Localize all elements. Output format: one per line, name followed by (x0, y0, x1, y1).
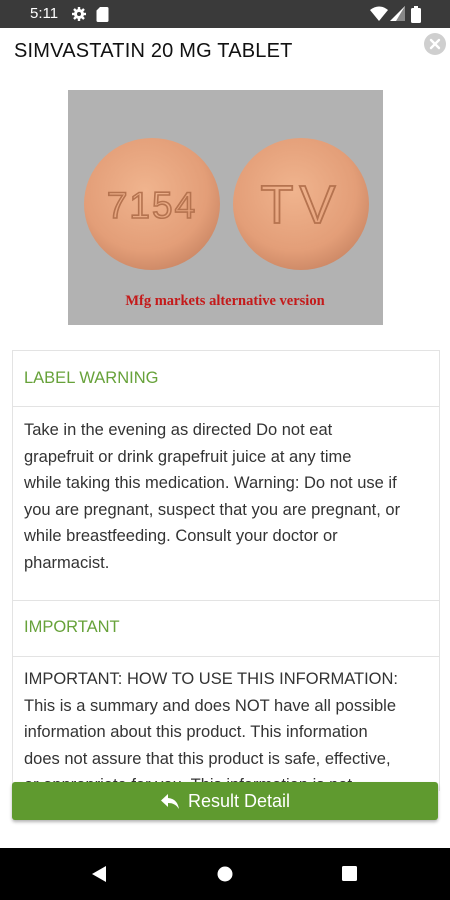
reply-arrow-icon (160, 793, 179, 809)
sd-card-icon (96, 7, 109, 22)
divider (13, 406, 439, 407)
navigation-bar (0, 848, 450, 900)
recents-icon[interactable] (342, 866, 357, 881)
back-icon[interactable] (91, 865, 107, 883)
imprint-front: 7154 (107, 185, 197, 226)
pill-image: 7154 TV Mfg markets alternative version (68, 90, 383, 325)
text-line: while taking this medication. Warning: D… (24, 474, 397, 492)
home-icon[interactable] (217, 866, 233, 882)
wifi-icon (370, 6, 388, 21)
status-time: 5:11 (30, 5, 59, 22)
text-line: Take in the evening as directed Do not e… (24, 421, 333, 439)
close-button[interactable] (424, 33, 446, 55)
result-detail-label: Result Detail (187, 790, 291, 811)
important-text: IMPORTANT: HOW TO USE THIS INFORMATION: … (24, 666, 430, 791)
text-line: grapefruit or drink grapefruit juice at … (24, 447, 352, 466)
page-title: SIMVASTATIN 20 MG TABLET (14, 40, 293, 62)
image-caption: Mfg markets alternative version (125, 293, 324, 309)
text-line: you are pregnant, suspect that you are p… (24, 500, 401, 519)
divider (13, 600, 439, 601)
text-line: does not assure that this product is saf… (24, 749, 391, 768)
imprint-back: TV (260, 175, 341, 235)
text-line: while breastfeeding. Consult your doctor… (24, 527, 338, 545)
battery-icon (411, 6, 421, 23)
gear-icon (72, 7, 86, 21)
result-detail-button[interactable]: Result Detail (12, 782, 438, 820)
section-title-important: IMPORTANT (24, 618, 120, 636)
signal-icon (390, 6, 405, 21)
label-warning-text: Take in the evening as directed Do not e… (24, 417, 430, 576)
close-icon (429, 38, 441, 50)
text-line: pharmacist. (24, 553, 110, 572)
divider (13, 656, 439, 657)
text-line: information about this product. This inf… (24, 723, 368, 741)
section-title-label-warning: LABEL WARNING (24, 369, 159, 387)
status-bar: 5:11 (0, 0, 450, 28)
text-line: IMPORTANT: HOW TO USE THIS INFORMATION: (24, 670, 399, 688)
text-line: This is a summary and does NOT have all … (24, 696, 397, 715)
content-card: LABEL WARNING Take in the evening as dir… (12, 350, 440, 791)
